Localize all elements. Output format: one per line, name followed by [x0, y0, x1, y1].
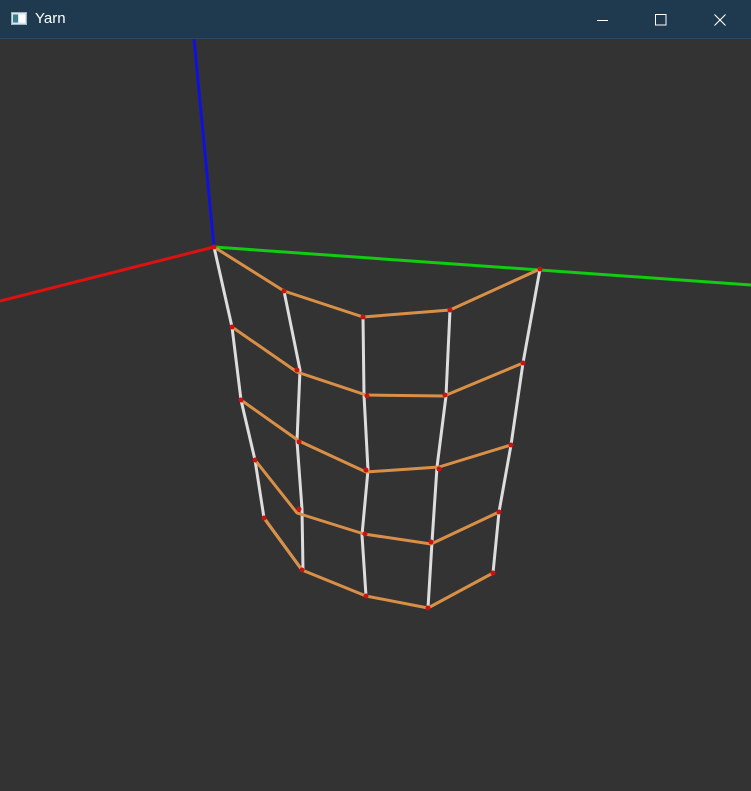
minimize-icon: [597, 19, 608, 21]
node-point: [281, 288, 287, 294]
node-point: [296, 506, 302, 512]
wale-yarn: [212, 246, 304, 571]
node-point: [442, 392, 448, 398]
wale-yarn: [282, 290, 305, 571]
node-point: [294, 367, 300, 373]
y-axis-line: [213, 245, 751, 287]
node-point: [238, 397, 244, 403]
wale-yarn: [426, 309, 452, 609]
yarn-nodes: [211, 244, 543, 611]
x-axis-line: [0, 245, 215, 303]
node-point: [496, 509, 502, 515]
node-point: [362, 531, 368, 537]
node-point: [520, 360, 526, 366]
node-point: [425, 605, 431, 611]
course-yarns: [213, 245, 541, 610]
node-point: [296, 439, 302, 445]
title-bar[interactable]: Yarn: [0, 0, 751, 39]
wale-yarn: [491, 268, 542, 574]
course-yarn: [240, 398, 512, 474]
wale-yarns: [212, 246, 542, 609]
node-point: [428, 539, 434, 545]
close-button[interactable]: [691, 0, 749, 39]
node-point: [436, 466, 442, 472]
node-point: [490, 570, 496, 576]
maximize-button[interactable]: [632, 0, 690, 39]
node-point: [363, 467, 369, 473]
node-point: [261, 515, 267, 521]
minimize-button[interactable]: [574, 0, 632, 39]
yarn-scene[interactable]: [0, 39, 751, 791]
node-point: [363, 593, 369, 599]
app-window: Yarn: [0, 0, 751, 791]
maximize-icon: [655, 13, 667, 25]
window-title: Yarn: [35, 10, 66, 27]
node-point: [364, 393, 370, 399]
node-point: [299, 567, 305, 573]
app-window-icon: [11, 12, 27, 25]
z-axis-line: [192, 39, 216, 248]
node-point: [229, 324, 235, 330]
node-point: [252, 457, 258, 463]
course-yarn: [231, 325, 524, 398]
wale-yarn: [360, 316, 370, 597]
node-point: [211, 244, 217, 250]
close-icon: [714, 13, 726, 26]
node-point: [537, 266, 543, 272]
node-point: [508, 442, 514, 448]
node-point: [447, 307, 453, 313]
node-point: [360, 314, 366, 320]
render-viewport[interactable]: [0, 39, 751, 791]
